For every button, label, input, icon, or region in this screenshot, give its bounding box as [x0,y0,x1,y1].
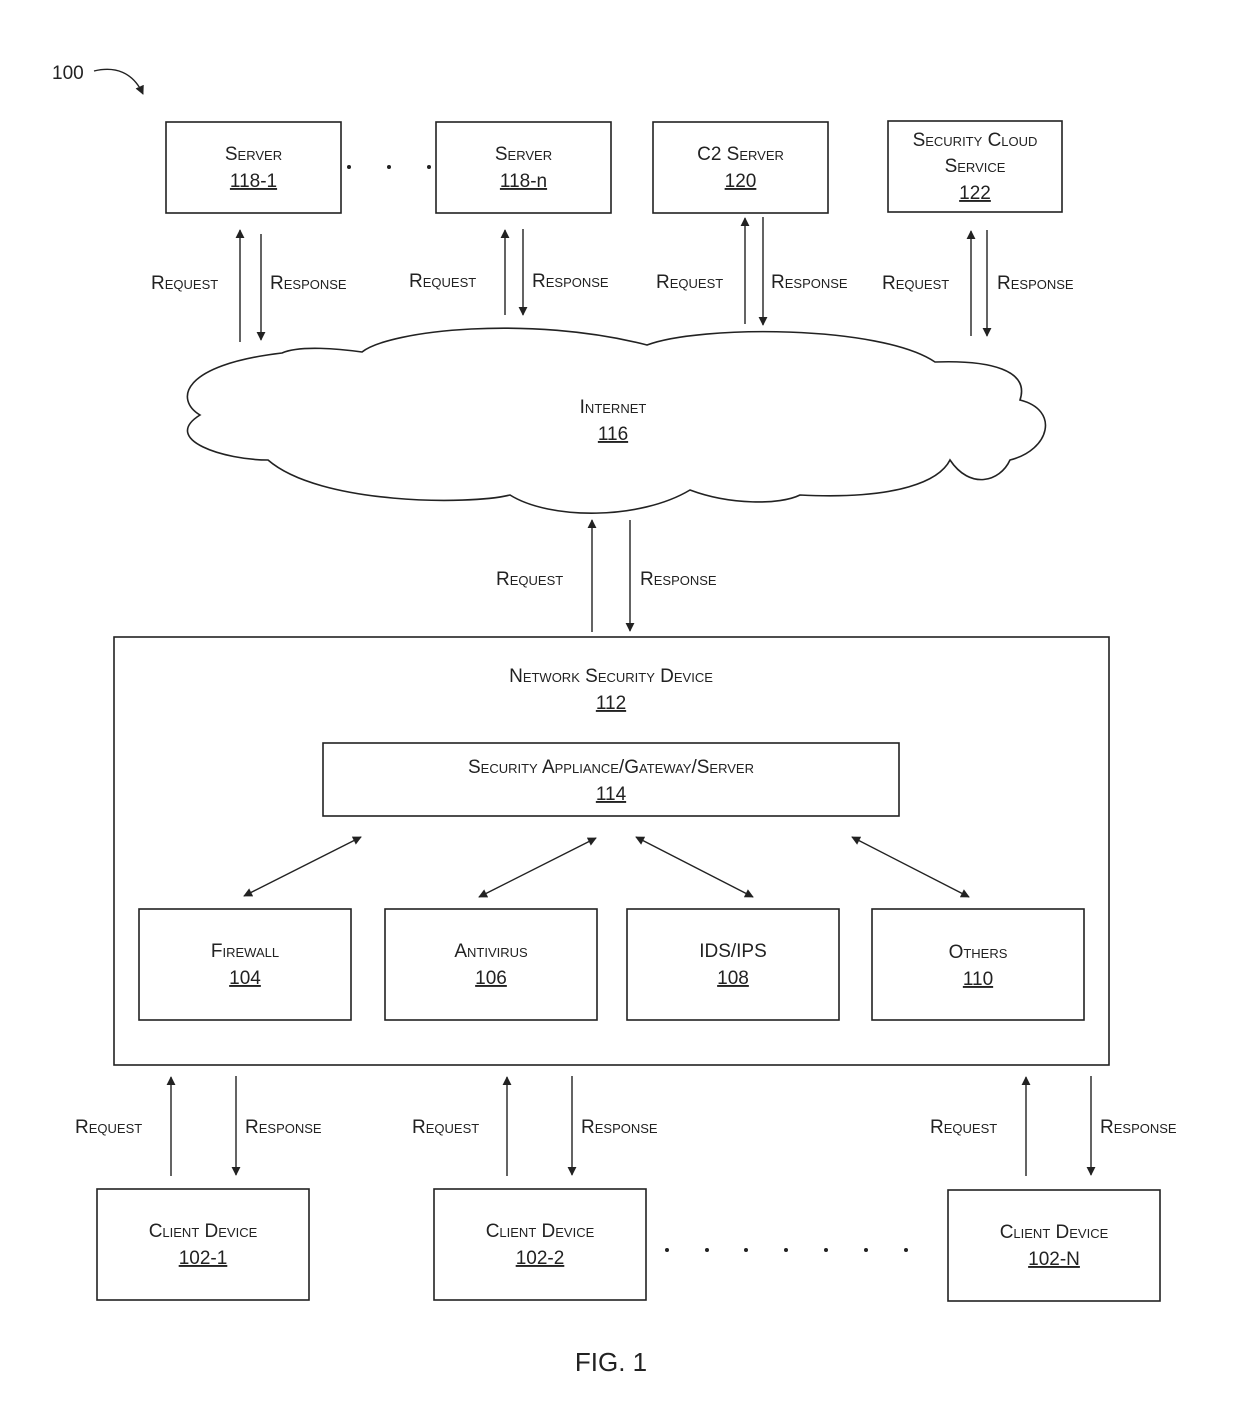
server-label: Server [495,144,552,165]
ids-ips-number: 108 [717,968,749,989]
response-label: Response [1100,1117,1177,1138]
server-number: 118-1 [230,171,277,192]
response-label: Response [270,273,347,294]
client-device-label: Client Device [149,1221,258,1242]
c2-server-label: C2 Server [697,144,784,165]
firewall-number: 104 [229,968,261,989]
internet-cloud: Internet 116 [186,327,1047,514]
security-cloud-label-line1: Security Cloud [913,130,1038,151]
security-appliance-box: Security Appliance/Gateway/Server 114 [322,742,900,817]
ellipsis-dot [784,1248,788,1252]
network-diagram: 100 Server 118-1 Server 118-n C2 Server … [52,63,1177,1377]
request-label: Request [75,1117,142,1138]
diagram-reference-number: 100 [52,63,84,84]
request-label: Request [151,273,218,294]
ellipsis-dot [387,165,391,169]
ellipsis-dot [744,1248,748,1252]
security-appliance-label: Security Appliance/Gateway/Server [468,757,754,778]
others-box: Others 110 [871,908,1085,1021]
server-118-1-box: Server 118-1 [165,121,342,214]
client-device-label: Client Device [486,1221,595,1242]
response-label: Response [581,1117,658,1138]
network-security-device-label: Network Security Device [509,666,713,687]
ellipsis-dot [904,1248,908,1252]
reference-arrow [93,68,144,95]
security-cloud-service-box: Security Cloud Service 122 [887,120,1063,213]
client-device-102-n-box: Client Device 102-N [947,1189,1161,1302]
client-device-number: 102-2 [516,1248,565,1269]
client-device-102-2-box: Client Device 102-2 [433,1188,647,1301]
internet-number: 116 [598,424,628,445]
security-cloud-number: 122 [959,183,991,204]
others-number: 110 [963,969,993,990]
server-label: Server [225,144,282,165]
security-appliance-number: 114 [596,784,627,805]
request-label: Request [930,1117,997,1138]
ellipsis-dot [665,1248,669,1252]
client-device-number: 102-1 [179,1248,228,1269]
client-device-label: Client Device [1000,1222,1109,1243]
ids-ips-label: IDS/IPS [699,941,767,962]
server-118-n-box: Server 118-n [435,121,612,214]
figure-caption: FIG. 1 [575,1347,647,1377]
ellipsis-dot [864,1248,868,1252]
client-device-102-1-box: Client Device 102-1 [96,1188,310,1301]
firewall-box: Firewall 104 [138,908,352,1021]
server-number: 118-n [500,171,547,192]
response-label: Response [997,273,1074,294]
response-label: Response [532,271,609,292]
ellipsis-dot [347,165,351,169]
ellipsis-dot [824,1248,828,1252]
network-security-device-number: 112 [596,693,626,714]
response-label: Response [640,569,717,590]
request-label: Request [412,1117,479,1138]
c2-server-number: 120 [725,171,757,192]
ellipsis-dot [427,165,431,169]
ellipsis-dot [705,1248,709,1252]
response-label: Response [771,272,848,293]
ids-ips-box: IDS/IPS 108 [626,908,840,1021]
response-label: Response [245,1117,322,1138]
request-label: Request [409,271,476,292]
request-label: Request [882,273,949,294]
c2-server-box: C2 Server 120 [652,121,829,214]
security-cloud-label-line2: Service [945,156,1006,177]
internet-label: Internet [580,397,647,418]
request-label: Request [496,569,563,590]
antivirus-box: Antivirus 106 [384,908,598,1021]
antivirus-label: Antivirus [454,941,528,962]
request-label: Request [656,272,723,293]
firewall-label: Firewall [211,941,279,962]
antivirus-number: 106 [475,968,507,989]
client-device-number: 102-N [1028,1249,1080,1270]
others-label: Others [949,942,1008,963]
